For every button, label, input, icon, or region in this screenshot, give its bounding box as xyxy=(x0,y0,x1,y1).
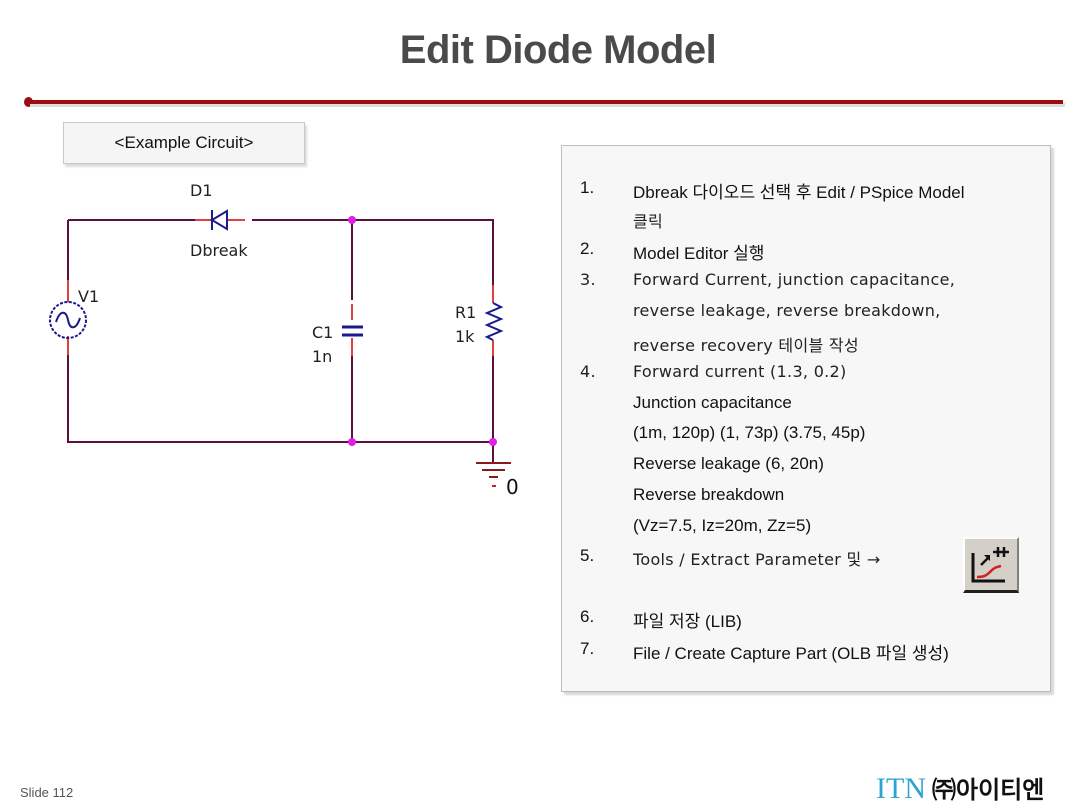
circuit-wires xyxy=(67,219,494,462)
step-text: 파일 저장 (LIB) xyxy=(633,612,742,631)
diode-ref: D1 xyxy=(190,181,213,200)
step-number: 5. xyxy=(580,546,595,565)
pin-stubs xyxy=(67,219,494,356)
step-number: 6. xyxy=(580,607,595,626)
step-text: Dbreak 다이오드 선택 후 Edit / PSpice Model xyxy=(633,183,965,202)
title-rule xyxy=(28,100,1063,104)
step-number: 1. xyxy=(580,178,595,197)
step-1-continued: 클릭 xyxy=(633,212,664,231)
extract-parameter-icon xyxy=(971,547,1009,583)
step-3-line-3: reverse recovery 테이블 작성 xyxy=(633,336,859,355)
capacitor-ref: C1 xyxy=(312,323,333,342)
step-4-line-5: Reverse breakdown xyxy=(633,485,785,504)
step-text: Forward current (1.3, 0.2) xyxy=(633,362,847,381)
resistor-value: 1k xyxy=(455,327,475,346)
step-text: Forward Current, junction capacitance, xyxy=(633,270,956,289)
company-logo: ITN ㈜아이티엔 xyxy=(876,770,1044,806)
slide-title: Edit Diode Model xyxy=(399,28,717,72)
step-text: File / Create Capture Part (OLB 파일 생성) xyxy=(633,644,949,663)
step-4-line-4: Reverse leakage (6, 20n) xyxy=(633,454,824,473)
ac-source-symbol xyxy=(49,301,87,339)
brand-latin: ITN xyxy=(876,772,926,805)
step-text: Model Editor 실행 xyxy=(633,244,765,263)
extract-parameter-button[interactable] xyxy=(963,537,1019,593)
circuit-schematic: D1 Dbreak V1 C1 1n R1 1k 0 xyxy=(49,181,519,499)
diode-model: Dbreak xyxy=(190,241,248,260)
step-4-line-2: Junction capacitance xyxy=(633,393,792,412)
example-circuit-label: <Example Circuit> xyxy=(63,122,305,164)
step-3-line-2: reverse leakage, reverse breakdown, xyxy=(633,301,941,320)
step-number: 4. xyxy=(580,362,596,381)
source-ref: V1 xyxy=(78,287,99,306)
resistor-symbol xyxy=(484,302,504,341)
junction-dots xyxy=(348,216,497,446)
step-4-line-3: (1m, 120p) (1, 73p) (3.75, 45p) xyxy=(633,423,866,442)
step-number: 3. xyxy=(580,270,596,289)
ground-label: 0 xyxy=(506,475,519,499)
capacitor-value: 1n xyxy=(312,347,332,366)
capacitor-symbol xyxy=(342,325,363,337)
slide-number: Slide 112 xyxy=(20,785,74,800)
step-number: 2. xyxy=(580,239,595,258)
brand-korean: ㈜아이티엔 xyxy=(931,776,1045,804)
step-text: Tools / Extract Parameter 및 → xyxy=(633,550,881,569)
diode-symbol xyxy=(210,209,228,231)
resistor-ref: R1 xyxy=(455,303,476,322)
step-4-line-6: (Vz=7.5, Iz=20m, Zz=5) xyxy=(633,516,812,535)
step-number: 7. xyxy=(580,639,595,658)
